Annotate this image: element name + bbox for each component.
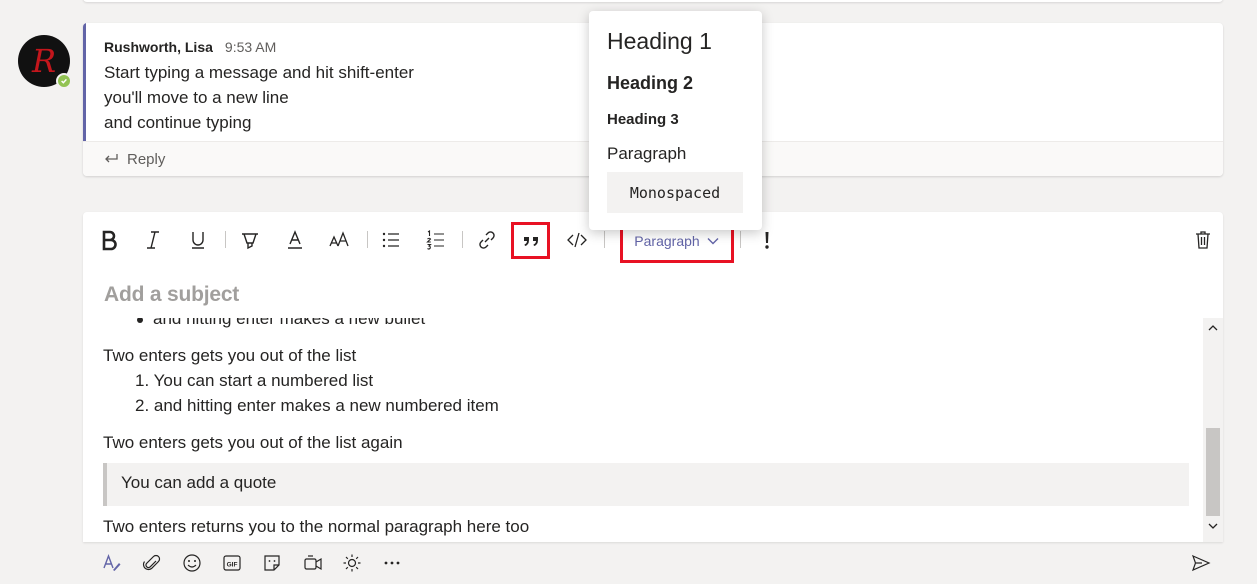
- menu-item-heading-1[interactable]: Heading 1: [607, 28, 712, 55]
- font-color-icon[interactable]: [279, 226, 311, 254]
- send-icon[interactable]: [1190, 552, 1212, 574]
- toolbar-separator: [225, 231, 226, 248]
- toolbar-separator: [462, 231, 463, 248]
- scroll-thumb[interactable]: [1206, 428, 1220, 516]
- bulleted-list-icon[interactable]: [375, 226, 407, 254]
- subject-input[interactable]: Add a subject: [104, 283, 239, 307]
- toolbar-separator: [367, 231, 368, 248]
- compose-box: Paragraph Add a subject and hitting ente…: [83, 212, 1223, 542]
- quote-block: You can add a quote: [103, 463, 1189, 506]
- numbered-item: 2. and hitting enter makes a new numbere…: [135, 396, 499, 415]
- menu-item-heading-2[interactable]: Heading 2: [607, 73, 693, 94]
- message-author[interactable]: Rushworth, Lisa: [104, 39, 213, 55]
- important-icon[interactable]: [751, 226, 783, 254]
- toolbar-separator: [740, 231, 741, 248]
- code-icon[interactable]: [561, 226, 593, 254]
- meet-now-icon[interactable]: [302, 552, 324, 574]
- delete-icon[interactable]: [1187, 226, 1219, 254]
- message-time: 9:53 AM: [224, 39, 277, 55]
- message-editor[interactable]: and hitting enter makes a new bullet Two…: [83, 318, 1203, 542]
- toolbar-separator: [604, 231, 605, 248]
- avatar[interactable]: R: [18, 35, 72, 89]
- editor-scrollbar[interactable]: [1203, 318, 1223, 542]
- bold-icon[interactable]: [93, 226, 125, 254]
- paragraph-format-menu: Heading 1 Heading 2 Heading 3 Paragraph …: [589, 11, 762, 230]
- paragraph: Two enters gets you out of the list: [103, 346, 357, 365]
- paragraph: Two enters returns you to the normal par…: [103, 517, 530, 536]
- bullet-text: and hitting enter makes a new bullet: [153, 318, 426, 328]
- highlight-icon[interactable]: [234, 226, 266, 254]
- sticker-icon[interactable]: [261, 552, 283, 574]
- previous-message-card: [83, 0, 1223, 2]
- paragraph: Two enters gets you out of the list agai…: [103, 433, 403, 452]
- reply-icon: [105, 154, 118, 163]
- format-icon[interactable]: [101, 552, 123, 574]
- menu-item-heading-3[interactable]: Heading 3: [607, 111, 679, 128]
- presence-available-icon: [56, 73, 72, 89]
- numbered-list-icon[interactable]: [420, 226, 452, 254]
- scroll-down-icon[interactable]: [1207, 520, 1219, 532]
- reply-label: Reply: [127, 150, 166, 168]
- menu-item-paragraph[interactable]: Paragraph: [607, 144, 686, 164]
- font-size-icon[interactable]: [323, 226, 355, 254]
- link-icon[interactable]: [471, 226, 503, 254]
- menu-item-monospaced[interactable]: Monospaced: [607, 172, 743, 213]
- svg-text:GIF: GIF: [227, 562, 238, 569]
- gif-icon[interactable]: GIF: [221, 552, 243, 574]
- list-item: and hitting enter makes a new bullet: [103, 318, 1189, 331]
- underline-icon[interactable]: [182, 226, 214, 254]
- scroll-up-icon[interactable]: [1207, 322, 1219, 334]
- numbered-item: 1. You can start a numbered list: [135, 371, 374, 390]
- emoji-icon[interactable]: [181, 552, 203, 574]
- paragraph-highlight-box: [620, 226, 734, 263]
- more-options-icon[interactable]: [381, 552, 403, 574]
- quote-highlight-box: [511, 222, 550, 259]
- praise-icon[interactable]: [341, 552, 363, 574]
- avatar-letter: R: [31, 42, 57, 80]
- italic-icon[interactable]: [137, 226, 169, 254]
- compose-actions-bar: GIF: [83, 542, 1223, 584]
- attach-icon[interactable]: [141, 552, 163, 574]
